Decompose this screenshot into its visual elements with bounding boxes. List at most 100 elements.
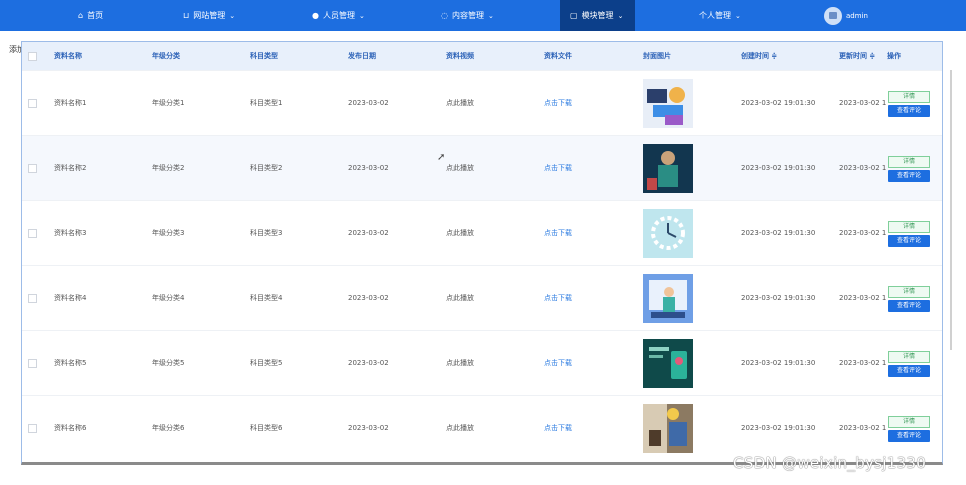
top-nav: ⌂ 首页 ⊔ 网站管理 ⌄ ● 人员管理 ⌄ ◌ 内容管理 ⌄ ▢ 模块管理 ⌄ 个人管理 ⌄ ad… [0,0,966,31]
th-name: 资料名称 [54,52,82,60]
play-video-link[interactable]: 点此播放 [446,201,474,266]
detail-button[interactable]: 详情 [888,286,930,298]
cell-grade: 年级分类1 [152,99,185,107]
cell-name: 资料名称3 [54,229,87,237]
th-cover: 封面图片 [643,52,671,60]
cover-image [643,274,693,323]
table-row: 资料名称2 年级分类2 科目类型2 2023-03-02 点此播放 点击下载 2… [22,135,942,201]
detail-button[interactable]: 详情 [888,221,930,233]
detail-button[interactable]: 详情 [888,156,930,168]
cell-updated: 2023-03-02 1 [839,99,887,107]
row-actions: 详情 查看评论 [884,266,942,331]
data-table: 资料名称 年级分类 科目类型 发布日期 资料视频 资料文件 封面图片 创建时间 … [21,41,943,465]
cell-created: 2023-03-02 19:01:30 [741,229,816,237]
chat-icon: ◌ [441,11,448,20]
th-created[interactable]: 创建时间 ≑ [741,42,777,70]
chevron-down-icon: ⌄ [735,12,741,20]
row-actions: 详情 查看评论 [884,201,942,266]
view-reviews-button[interactable]: 查看评论 [888,365,930,377]
row-actions: 详情 查看评论 [884,396,942,461]
cell-created: 2023-03-02 19:01:30 [741,164,816,172]
cell-updated: 2023-03-02 1 [839,424,887,432]
th-publish-date: 发布日期 [348,52,376,60]
cell-date: 2023-03-02 [348,424,389,432]
row-checkbox[interactable] [28,424,37,433]
cell-updated: 2023-03-02 1 [839,164,887,172]
play-video-link[interactable]: 点此播放 [446,136,474,201]
cell-created: 2023-03-02 19:01:30 [741,294,816,302]
cover-image [643,404,693,453]
detail-button[interactable]: 详情 [888,351,930,363]
cell-updated: 2023-03-02 1 [839,229,887,237]
user-menu[interactable]: admin [824,6,868,26]
th-updated[interactable]: 更新时间 ≑ [839,42,875,70]
cover-image [643,79,693,128]
download-link[interactable]: 点击下载 [544,396,572,461]
detail-button[interactable]: 详情 [888,91,930,103]
view-reviews-button[interactable]: 查看评论 [888,235,930,247]
download-link[interactable]: 点击下载 [544,71,572,136]
nav-content-manage[interactable]: ◌ 内容管理 ⌄ [441,0,494,31]
cell-created: 2023-03-02 19:01:30 [741,99,816,107]
cart-icon: ⊔ [183,11,190,20]
chevron-down-icon: ⌄ [358,12,365,20]
table-row: 资料名称4 年级分类4 科目类型4 2023-03-02 点此播放 点击下载 2… [22,265,942,331]
nav-module-manage[interactable]: ▢ 模块管理 ⌄ [560,0,635,31]
cell-date: 2023-03-02 [348,164,389,172]
play-video-link[interactable]: 点此播放 [446,331,474,396]
row-actions: 详情 查看评论 [884,331,942,396]
cell-date: 2023-03-02 [348,359,389,367]
cell-grade: 年级分类2 [152,164,185,172]
cover-image [643,144,693,193]
cell-subject: 科目类型4 [250,294,283,302]
cover-image [643,209,693,258]
row-actions: 详情 查看评论 [884,71,942,136]
select-all-checkbox[interactable] [28,52,37,61]
cell-subject: 科目类型5 [250,359,283,367]
user-icon: ● [312,11,319,20]
th-grade: 年级分类 [152,52,180,60]
cell-updated: 2023-03-02 1 [839,294,887,302]
view-reviews-button[interactable]: 查看评论 [888,300,930,312]
row-checkbox[interactable] [28,294,37,303]
cell-subject: 科目类型1 [250,99,283,107]
download-link[interactable]: 点击下载 [544,331,572,396]
cell-updated: 2023-03-02 1 [839,359,887,367]
nav-site-manage[interactable]: ⊔ 网站管理 ⌄ [183,0,235,31]
nav-personal-manage[interactable]: 个人管理 ⌄ [699,0,741,31]
table-row: 资料名称6 年级分类6 科目类型6 2023-03-02 点此播放 点击下载 2… [22,395,942,461]
th-subject: 科目类型 [250,52,278,60]
row-checkbox[interactable] [28,164,37,173]
download-link[interactable]: 点击下载 [544,136,572,201]
copy-icon: ▢ [570,11,578,20]
play-video-link[interactable]: 点此播放 [446,266,474,331]
cell-subject: 科目类型2 [250,164,283,172]
download-link[interactable]: 点击下载 [544,266,572,331]
view-reviews-button[interactable]: 查看评论 [888,430,930,442]
cell-subject: 科目类型3 [250,229,283,237]
nav-people-manage[interactable]: ● 人员管理 ⌄ [312,0,365,31]
detail-button[interactable]: 详情 [888,416,930,428]
chevron-down-icon: ⌄ [617,12,624,20]
row-actions: 详情 查看评论 [884,136,942,201]
play-video-link[interactable]: 点此播放 [446,396,474,461]
th-video: 资料视频 [446,52,474,60]
page-scrollbar[interactable] [950,70,952,350]
play-video-link[interactable]: 点此播放 [446,71,474,136]
row-checkbox[interactable] [28,359,37,368]
cell-created: 2023-03-02 19:01:30 [741,359,816,367]
chevron-down-icon: ⌄ [487,12,494,20]
row-checkbox[interactable] [28,229,37,238]
th-file: 资料文件 [544,52,572,60]
download-link[interactable]: 点击下载 [544,201,572,266]
cell-subject: 科目类型6 [250,424,283,432]
row-checkbox[interactable] [28,99,37,108]
cell-date: 2023-03-02 [348,229,389,237]
cell-name: 资料名称1 [54,99,87,107]
cell-date: 2023-03-02 [348,294,389,302]
nav-home[interactable]: ⌂ 首页 [78,0,103,31]
home-icon: ⌂ [78,11,84,20]
view-reviews-button[interactable]: 查看评论 [888,105,930,117]
cell-date: 2023-03-02 [348,99,389,107]
view-reviews-button[interactable]: 查看评论 [888,170,930,182]
